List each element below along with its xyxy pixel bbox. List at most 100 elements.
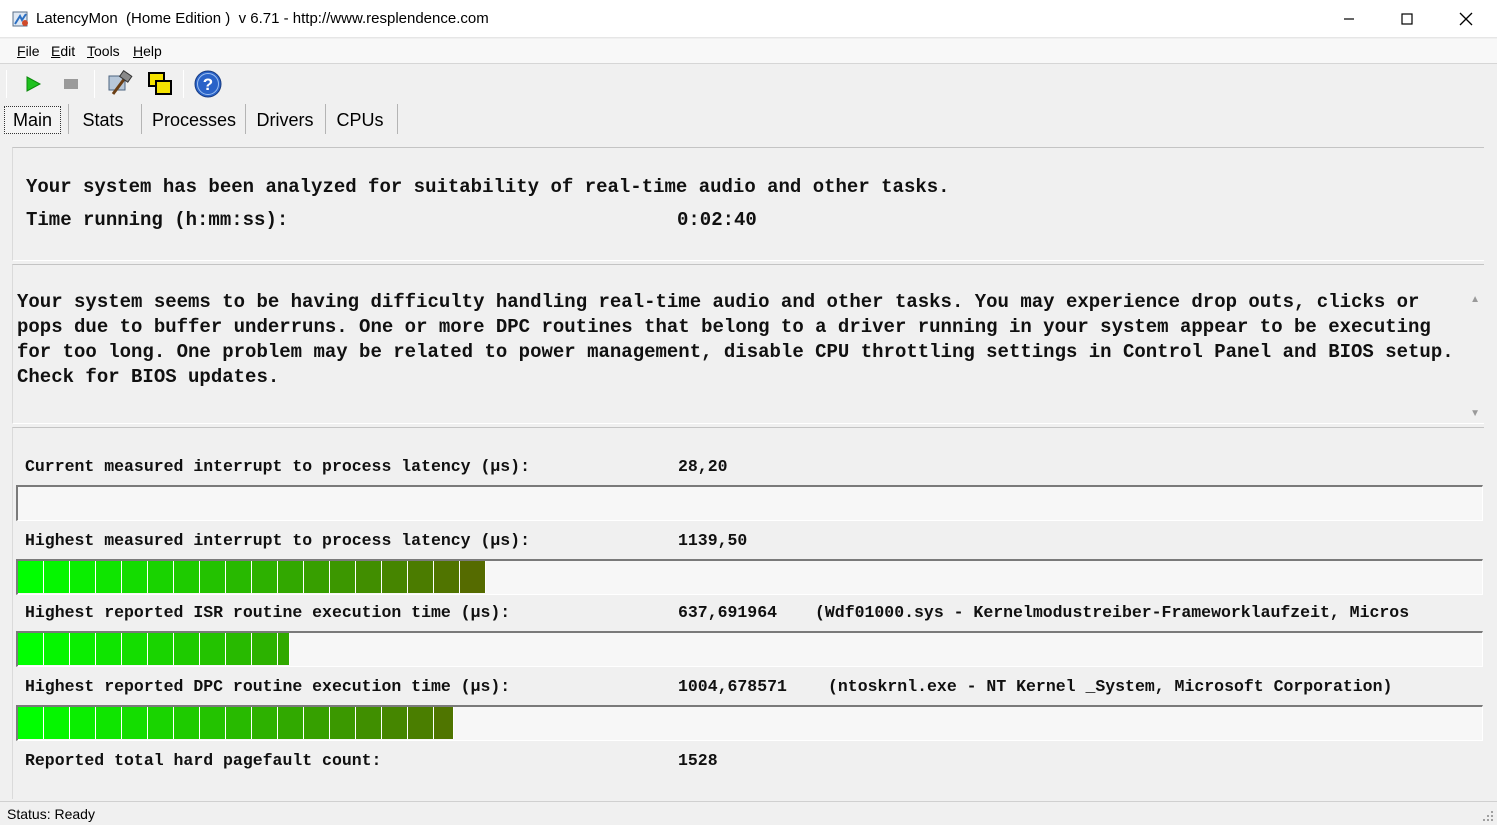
bar-segment [252,561,278,593]
highest-isr-value: 637,691964 [678,603,778,622]
bar-segment [460,561,486,593]
bar-segment [304,707,330,739]
bar-segment [356,707,382,739]
scroll-down-arrow[interactable]: ▼ [1470,408,1480,419]
bar-segment [44,561,70,593]
bar-segment [226,633,252,665]
bar-segment [44,707,70,739]
bar-segment [382,561,408,593]
status-text: Status: Ready [7,806,95,822]
tab-strip: Main Stats Processes Drivers CPUs [0,101,1497,137]
maximize-icon [1401,13,1413,25]
bar-segment [96,633,122,665]
bar-segment [382,707,408,739]
highest-dpc-driver: (ntoskrnl.exe - NT Kernel _System, Micro… [828,677,1393,696]
tab-drivers[interactable]: Drivers [250,106,320,134]
toolbar-separator [94,70,95,98]
bar-segment [434,561,460,593]
bar-segment [122,707,148,739]
current-latency-value: 28,20 [678,457,728,476]
pagefault-value: 1528 [678,751,718,770]
toolbar-separator [183,70,184,98]
bar-segment [70,561,96,593]
stop-icon [64,79,78,89]
bar-segment [18,707,44,739]
menu-help-rest: elp [143,43,162,59]
start-button[interactable] [17,68,49,100]
window-title: LatencyMon (Home Edition ) v 6.71 - http… [36,10,489,27]
bar-segment [330,707,356,739]
bar-segment [96,561,122,593]
bar-segment [278,633,290,665]
toolbar-grip [6,70,7,98]
bar-segment [174,561,200,593]
highest-dpc-value: 1004,678571 [678,677,787,696]
bar-segment [148,633,174,665]
bar-segment [174,707,200,739]
menu-file[interactable]: File [17,43,40,59]
tab-processes[interactable]: Processes [148,106,240,134]
metrics-panel: Current measured interrupt to process la… [12,427,1484,799]
bar-segment [200,707,226,739]
tab-cpus[interactable]: CPUs [331,106,389,134]
summary-panel: Your system has been analyzed for suitab… [12,147,1484,261]
bar-segment [252,633,278,665]
time-running-value: 0:02:40 [677,209,757,231]
menu-help[interactable]: Help [133,43,162,59]
toolbar: ? [0,65,1497,101]
tab-separator [141,104,142,134]
bar-segment [434,707,454,739]
tab-separator [245,104,246,134]
minimize-button[interactable] [1320,0,1378,38]
bar-segment [356,561,382,593]
close-button[interactable] [1437,0,1495,38]
bar-segment [226,707,252,739]
close-icon [1459,12,1473,26]
title-bar: LatencyMon (Home Edition ) v 6.71 - http… [0,0,1497,38]
menu-file-rest: ile [25,43,40,59]
highest-isr-label: Highest reported ISR routine execution t… [25,603,511,622]
bar-segment [226,561,252,593]
time-running-label: Time running (h:mm:ss): [26,209,289,231]
bar-segment [278,561,304,593]
bar-segment [70,633,96,665]
resize-grip-icon[interactable] [1482,810,1494,822]
current-latency-label: Current measured interrupt to process la… [25,457,530,476]
bar-segment [96,707,122,739]
help-tool-button[interactable]: ? [192,68,224,100]
minimize-icon [1344,18,1354,20]
highest-isr-bar [16,631,1483,667]
bar-segment [148,707,174,739]
tab-separator [325,104,326,134]
bar-segment [44,633,70,665]
tab-stats[interactable]: Stats [74,106,132,134]
scroll-up-arrow[interactable]: ▲ [1470,294,1480,305]
stop-button[interactable] [55,68,87,100]
windows-tool-button[interactable] [144,68,176,100]
message-panel: Your system seems to be having difficult… [12,264,1484,424]
bar-segment [122,561,148,593]
bar-segment [18,561,44,593]
drivers-tool-button[interactable] [103,68,135,100]
menu-tools[interactable]: Tools [87,43,120,59]
highest-latency-label: Highest measured interrupt to process la… [25,531,530,550]
maximize-button[interactable] [1378,0,1436,38]
bar-segment [408,707,434,739]
tab-separator [397,104,398,134]
menu-edit[interactable]: Edit [51,43,75,59]
bar-segment [174,633,200,665]
analyzed-text: Your system has been analyzed for suitab… [26,176,950,198]
highest-dpc-bar-fill [18,707,454,739]
highest-latency-value: 1139,50 [678,531,748,550]
menu-tools-rest: ools [94,43,120,59]
svg-text:?: ? [203,75,213,94]
tab-main[interactable]: Main [4,106,61,134]
hammer-icon [108,70,133,95]
bar-segment [200,633,226,665]
highest-isr-driver: (Wdf01000.sys - Kernelmodustreiber-Frame… [815,603,1410,622]
current-latency-bar [16,485,1483,521]
app-icon [12,11,28,27]
highest-dpc-bar [16,705,1483,741]
windows-icon [148,72,172,95]
diagnosis-message: Your system seems to be having difficult… [17,291,1454,388]
